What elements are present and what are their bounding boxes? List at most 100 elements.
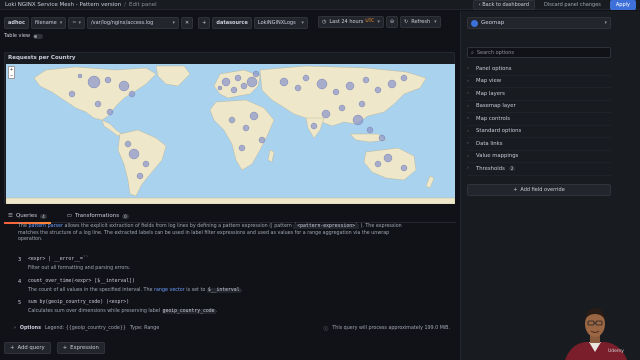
discard-changes-button[interactable]: Discard panel changes — [539, 1, 606, 9]
country-request-marker[interactable] — [104, 76, 112, 84]
options-toggle-label[interactable]: Options — [20, 326, 41, 331]
remove-filter-button[interactable]: ✕ — [180, 17, 194, 29]
refresh-label: Refresh — [411, 18, 431, 25]
pattern-parser-link[interactable]: pattern parser — [28, 224, 63, 229]
table-view-toggle[interactable] — [33, 33, 44, 39]
zoom-out-icon[interactable]: − — [10, 73, 13, 79]
option-map-view[interactable]: › Map view — [467, 76, 611, 88]
country-request-marker[interactable] — [238, 144, 246, 152]
country-request-marker[interactable] — [136, 172, 144, 180]
processing-note: This query will process approximately 19… — [332, 326, 450, 331]
step-description-text: . — [215, 309, 218, 314]
country-request-marker[interactable] — [106, 108, 114, 116]
country-request-marker[interactable] — [302, 74, 310, 82]
country-request-marker[interactable] — [374, 86, 382, 94]
search-options-input[interactable]: ⌕ Search options — [467, 47, 611, 58]
country-request-marker[interactable] — [142, 160, 150, 168]
add-filter-button[interactable]: + — [198, 17, 211, 29]
option-thresholds[interactable]: › Thresholds 2 — [467, 163, 611, 176]
chevron-down-icon: ▾ — [301, 20, 304, 26]
country-request-marker[interactable] — [252, 70, 260, 78]
step-expression: count_over_time(<expr> [$__interval]) — [28, 279, 135, 284]
info-icon: ⓘ — [323, 327, 329, 332]
step-number: 4 — [18, 279, 22, 285]
filter-value-select[interactable]: /var/log/nginx/access.log ▾ — [86, 17, 179, 29]
country-request-marker[interactable] — [87, 75, 101, 89]
add-field-override-button[interactable]: + Add field override — [467, 184, 611, 196]
refresh-button[interactable]: ↻ Refresh ▾ — [400, 15, 441, 28]
thresholds-count-badge: 2 — [508, 166, 516, 172]
add-query-label: Add query — [17, 345, 45, 351]
country-request-marker[interactable] — [128, 148, 140, 160]
datasource-value: LokiNGINXLogs — [257, 20, 296, 26]
geomap[interactable]: + − — [6, 64, 455, 204]
udemy-watermark: Udemy — [608, 349, 624, 354]
country-request-marker[interactable] — [400, 164, 408, 172]
option-panel-options[interactable]: › Panel options — [467, 63, 611, 76]
tab-queries[interactable]: ☰ Queries 4 — [4, 210, 51, 224]
country-request-marker[interactable] — [362, 76, 370, 84]
south-america-landmass — [117, 129, 167, 197]
apply-button[interactable]: Apply — [609, 0, 636, 10]
country-request-marker[interactable] — [338, 104, 346, 112]
country-request-marker[interactable] — [258, 136, 266, 144]
geomap-icon — [471, 19, 478, 27]
add-query-button[interactable]: + Add query — [4, 342, 51, 354]
country-request-marker[interactable] — [221, 77, 231, 87]
country-request-marker[interactable] — [345, 81, 355, 91]
filter-key-select[interactable]: filename ▾ — [30, 17, 67, 29]
query-options-bar: › Options Legend: {{geoip_country_code}}… — [14, 324, 450, 333]
country-request-marker[interactable] — [352, 114, 364, 126]
country-request-marker[interactable] — [374, 160, 382, 168]
country-request-marker[interactable] — [77, 73, 83, 79]
country-request-marker[interactable] — [118, 80, 130, 92]
country-request-marker[interactable] — [316, 78, 328, 90]
timezone-value: UTC — [365, 19, 375, 24]
chevron-right-icon: › — [467, 91, 469, 97]
country-request-marker[interactable] — [240, 82, 248, 90]
country-request-marker[interactable] — [321, 109, 331, 119]
option-standard-options[interactable]: › Standard options — [467, 126, 611, 138]
time-range-picker[interactable]: ◷ Last 24 hours UTC ▾ — [318, 15, 384, 28]
country-request-marker[interactable] — [124, 140, 132, 148]
step-description-text: The count of all values in the specified… — [28, 288, 153, 293]
country-request-marker[interactable] — [332, 88, 340, 96]
option-basemap-layer[interactable]: › Basemap layer — [467, 101, 611, 113]
option-map-controls[interactable]: › Map controls — [467, 113, 611, 126]
chevron-right-icon: › — [467, 166, 469, 172]
country-request-marker[interactable] — [68, 90, 76, 98]
range-vector-link[interactable]: range vector — [154, 288, 185, 293]
country-request-marker[interactable] — [310, 122, 318, 130]
country-request-marker[interactable] — [366, 126, 374, 134]
country-request-marker[interactable] — [128, 90, 136, 98]
country-request-marker[interactable] — [383, 153, 393, 163]
australia-landmass — [363, 147, 417, 181]
country-request-marker[interactable] — [279, 77, 289, 87]
visualization-picker[interactable]: Geomap ▾ — [467, 17, 611, 29]
country-request-marker[interactable] — [358, 100, 366, 108]
country-request-marker[interactable] — [294, 84, 302, 92]
option-data-links[interactable]: › Data links — [467, 138, 611, 151]
tab-transformations[interactable]: ▭ Transformations 0 — [63, 210, 133, 223]
type-setting: Type: Range — [129, 326, 160, 331]
country-request-marker[interactable] — [228, 116, 236, 124]
country-request-marker[interactable] — [234, 74, 242, 82]
filter-operator-select[interactable]: = ▾ — [68, 17, 85, 29]
country-request-marker[interactable] — [94, 100, 102, 108]
country-request-marker[interactable] — [249, 111, 259, 121]
country-request-marker[interactable] — [246, 76, 258, 88]
option-value-mappings[interactable]: › Value mappings — [467, 151, 611, 163]
breadcrumb-dashboard[interactable]: Loki NGINX Service Mesh - Pattern versio… — [5, 2, 121, 8]
expression-button[interactable]: + Expression — [56, 342, 105, 354]
country-request-marker[interactable] — [230, 86, 238, 94]
datasource-select[interactable]: LokiNGINXLogs ▾ — [253, 17, 308, 29]
option-map-layers[interactable]: › Map layers — [467, 88, 611, 101]
back-to-dashboard-button[interactable]: ‹ Back to dashboard — [472, 0, 536, 10]
zoom-out-button[interactable]: ⊖ — [385, 15, 399, 28]
country-request-marker[interactable] — [378, 134, 386, 142]
country-request-marker[interactable] — [242, 124, 250, 132]
chevron-right-icon[interactable]: › — [14, 326, 16, 331]
country-request-marker[interactable] — [387, 79, 397, 89]
country-request-marker[interactable] — [217, 85, 223, 91]
country-request-marker[interactable] — [400, 74, 408, 82]
